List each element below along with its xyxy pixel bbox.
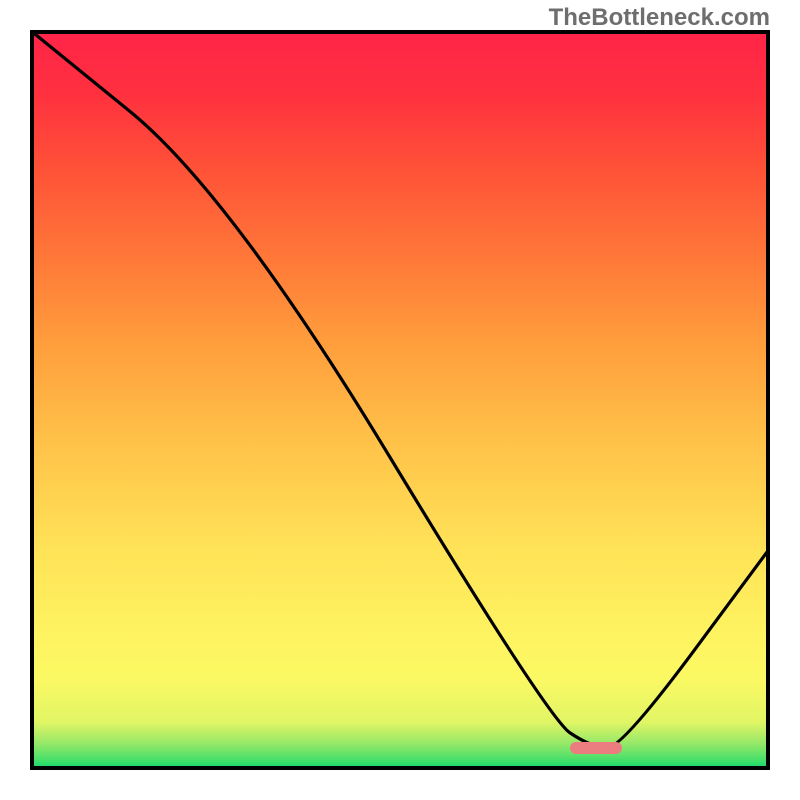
chart-container: TheBottleneck.com: [0, 0, 800, 800]
plot-area: [30, 30, 770, 770]
optimal-range-marker: [570, 742, 622, 754]
background-gradient: [34, 34, 766, 766]
watermark-text: TheBottleneck.com: [549, 4, 770, 32]
